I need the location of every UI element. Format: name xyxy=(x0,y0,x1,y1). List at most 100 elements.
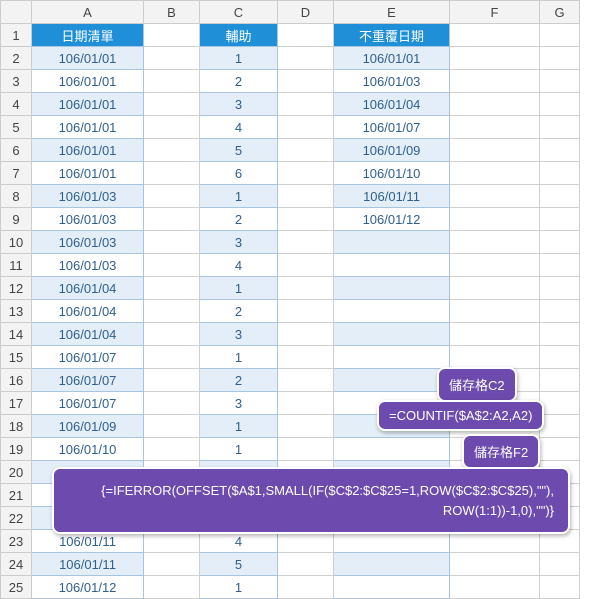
cell-D9[interactable] xyxy=(278,208,334,231)
cell-A18[interactable]: 106/01/09 xyxy=(32,415,144,438)
cell-C6[interactable]: 5 xyxy=(200,139,278,162)
cell-B1[interactable] xyxy=(144,24,200,47)
row-header-10[interactable]: 10 xyxy=(1,231,32,254)
row-header-6[interactable]: 6 xyxy=(1,139,32,162)
cell-D25[interactable] xyxy=(278,576,334,599)
cell-C17[interactable]: 3 xyxy=(200,392,278,415)
cell-F24[interactable] xyxy=(450,553,540,576)
cell-B17[interactable] xyxy=(144,392,200,415)
cell-E5[interactable]: 106/01/07 xyxy=(334,116,450,139)
row-header-8[interactable]: 8 xyxy=(1,185,32,208)
cell-C4[interactable]: 3 xyxy=(200,93,278,116)
row-header-23[interactable]: 23 xyxy=(1,530,32,553)
cell-D10[interactable] xyxy=(278,231,334,254)
cell-A14[interactable]: 106/01/04 xyxy=(32,323,144,346)
cell-A11[interactable]: 106/01/03 xyxy=(32,254,144,277)
cell-E13[interactable] xyxy=(334,300,450,323)
col-header-F[interactable]: F xyxy=(450,1,540,24)
cell-A24[interactable]: 106/01/11 xyxy=(32,553,144,576)
col-header-E[interactable]: E xyxy=(334,1,450,24)
cell-F25[interactable] xyxy=(450,576,540,599)
cell-D19[interactable] xyxy=(278,438,334,461)
row-header-3[interactable]: 3 xyxy=(1,70,32,93)
cell-D15[interactable] xyxy=(278,346,334,369)
cell-B19[interactable] xyxy=(144,438,200,461)
cell-D17[interactable] xyxy=(278,392,334,415)
cell-B2[interactable] xyxy=(144,47,200,70)
cell-G8[interactable] xyxy=(540,185,580,208)
cell-G5[interactable] xyxy=(540,116,580,139)
cell-C16[interactable]: 2 xyxy=(200,369,278,392)
cell-G9[interactable] xyxy=(540,208,580,231)
cell-A4[interactable]: 106/01/01 xyxy=(32,93,144,116)
cell-G4[interactable] xyxy=(540,93,580,116)
cell-E15[interactable] xyxy=(334,346,450,369)
cell-D1[interactable] xyxy=(278,24,334,47)
cell-C12[interactable]: 1 xyxy=(200,277,278,300)
cell-A12[interactable]: 106/01/04 xyxy=(32,277,144,300)
row-header-16[interactable]: 16 xyxy=(1,369,32,392)
col-header-C[interactable]: C xyxy=(200,1,278,24)
row-header-20[interactable]: 20 xyxy=(1,461,32,484)
cell-G11[interactable] xyxy=(540,254,580,277)
cell-B13[interactable] xyxy=(144,300,200,323)
cell-G7[interactable] xyxy=(540,162,580,185)
cell-D18[interactable] xyxy=(278,415,334,438)
cell-E10[interactable] xyxy=(334,231,450,254)
cell-B11[interactable] xyxy=(144,254,200,277)
cell-B3[interactable] xyxy=(144,70,200,93)
cell-G1[interactable] xyxy=(540,24,580,47)
row-header-9[interactable]: 9 xyxy=(1,208,32,231)
cell-B14[interactable] xyxy=(144,323,200,346)
cell-C10[interactable]: 3 xyxy=(200,231,278,254)
cell-D14[interactable] xyxy=(278,323,334,346)
row-header-1[interactable]: 1 xyxy=(1,24,32,47)
cell-A8[interactable]: 106/01/03 xyxy=(32,185,144,208)
row-header-5[interactable]: 5 xyxy=(1,116,32,139)
cell-E25[interactable] xyxy=(334,576,450,599)
row-header-4[interactable]: 4 xyxy=(1,93,32,116)
cell-E19[interactable] xyxy=(334,438,450,461)
cell-D6[interactable] xyxy=(278,139,334,162)
cell-A17[interactable]: 106/01/07 xyxy=(32,392,144,415)
cell-E8[interactable]: 106/01/11 xyxy=(334,185,450,208)
cell-C8[interactable]: 1 xyxy=(200,185,278,208)
cell-A3[interactable]: 106/01/01 xyxy=(32,70,144,93)
cell-B25[interactable] xyxy=(144,576,200,599)
cell-E3[interactable]: 106/01/03 xyxy=(334,70,450,93)
row-header-24[interactable]: 24 xyxy=(1,553,32,576)
cell-D5[interactable] xyxy=(278,116,334,139)
cell-F10[interactable] xyxy=(450,231,540,254)
row-header-14[interactable]: 14 xyxy=(1,323,32,346)
row-header-25[interactable]: 25 xyxy=(1,576,32,599)
cell-B5[interactable] xyxy=(144,116,200,139)
cell-C14[interactable]: 3 xyxy=(200,323,278,346)
row-header-2[interactable]: 2 xyxy=(1,47,32,70)
cell-G17[interactable] xyxy=(540,392,580,415)
cell-C24[interactable]: 5 xyxy=(200,553,278,576)
cell-C2[interactable]: 1 xyxy=(200,47,278,70)
cell-C19[interactable]: 1 xyxy=(200,438,278,461)
row-header-22[interactable]: 22 xyxy=(1,507,32,530)
cell-G13[interactable] xyxy=(540,300,580,323)
cell-B10[interactable] xyxy=(144,231,200,254)
cell-E2[interactable]: 106/01/01 xyxy=(334,47,450,70)
cell-B4[interactable] xyxy=(144,93,200,116)
cell-F1[interactable] xyxy=(450,24,540,47)
cell-F2[interactable] xyxy=(450,47,540,70)
cell-E9[interactable]: 106/01/12 xyxy=(334,208,450,231)
cell-B12[interactable] xyxy=(144,277,200,300)
cell-A10[interactable]: 106/01/03 xyxy=(32,231,144,254)
cell-E11[interactable] xyxy=(334,254,450,277)
cell-E12[interactable] xyxy=(334,277,450,300)
cell-E7[interactable]: 106/01/10 xyxy=(334,162,450,185)
cell-D2[interactable] xyxy=(278,47,334,70)
cell-A5[interactable]: 106/01/01 xyxy=(32,116,144,139)
corner-cell[interactable] xyxy=(1,1,32,24)
cell-A15[interactable]: 106/01/07 xyxy=(32,346,144,369)
row-header-7[interactable]: 7 xyxy=(1,162,32,185)
cell-A1[interactable]: 日期清單 xyxy=(32,24,144,47)
cell-G18[interactable] xyxy=(540,415,580,438)
row-header-15[interactable]: 15 xyxy=(1,346,32,369)
cell-F15[interactable] xyxy=(450,346,540,369)
